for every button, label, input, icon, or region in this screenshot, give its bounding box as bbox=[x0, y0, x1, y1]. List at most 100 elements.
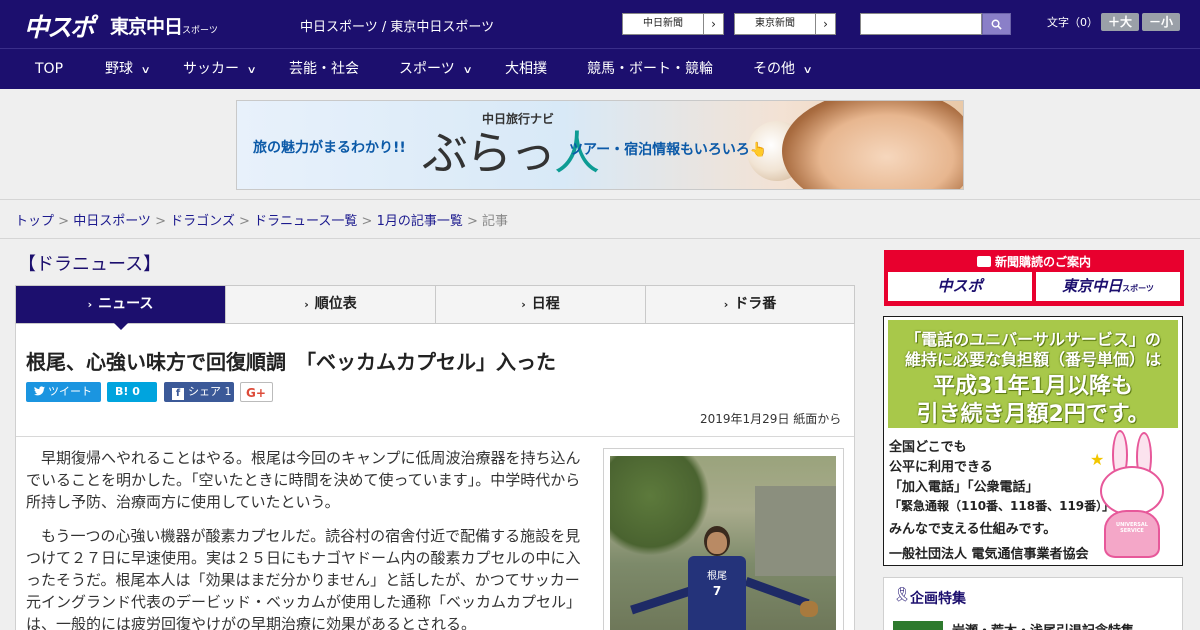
twitter-bird-icon bbox=[34, 386, 45, 396]
nav-item-entertainment[interactable]: 芸能・社会 bbox=[289, 49, 359, 89]
glove-shape bbox=[800, 601, 818, 617]
text-size-up-button[interactable]: ＋大 bbox=[1101, 13, 1139, 31]
breadcrumb-sep: > bbox=[234, 214, 255, 229]
tweet-button[interactable]: ツイート bbox=[26, 382, 101, 402]
nav-label: 競馬・ボート・競輪 bbox=[587, 61, 713, 77]
subscribe-b-label: 東京中日 bbox=[1062, 277, 1123, 295]
facebook-share-label: シェア 1 bbox=[188, 385, 232, 398]
facebook-icon: f bbox=[172, 388, 184, 400]
tokyo-chunichi-logo[interactable]: 東京中日スポーツ bbox=[110, 12, 218, 39]
tab-label: 順位表 bbox=[314, 296, 357, 312]
nav-item-baseball[interactable]: 野球 ∨ bbox=[105, 49, 151, 89]
text-size-down-button[interactable]: －小 bbox=[1142, 13, 1180, 31]
travel-banner-ad[interactable]: 旅の魅力がまるわかり!! 中日旅行ナビ ぶらっ人 ツアー・宿泊情報もいろいろ👆 bbox=[236, 100, 964, 190]
breadcrumb-chunichi-sports[interactable]: 中日スポーツ bbox=[73, 214, 151, 229]
article-photo[interactable]: 根尾 7 bbox=[610, 456, 836, 630]
tokyo-shimbun-link[interactable]: 東京新聞 › bbox=[734, 13, 836, 35]
article-body: 早期復帰へやれることはやる。根尾は今回のキャンプに低周波治療器を持ち込んでいるこ… bbox=[26, 447, 590, 630]
model-photo bbox=[782, 101, 963, 189]
bunny-body: UNIVERSAL SERVICE bbox=[1104, 510, 1160, 558]
feature-thumbnail[interactable] bbox=[893, 621, 943, 630]
tab-schedule[interactable]: › 日程 bbox=[436, 286, 646, 323]
subscription-title-text: 新聞購読のご案内 bbox=[994, 255, 1091, 269]
ribbon-icon: 🎗 bbox=[893, 587, 911, 603]
breadcrumb-dora-news[interactable]: ドラニュース一覧 bbox=[254, 214, 357, 229]
breadcrumb-dragons[interactable]: ドラゴンズ bbox=[170, 214, 235, 229]
ad-body-line: 公平に利用できる bbox=[889, 460, 993, 475]
ad-body-line: みんなで支える仕組みです。 bbox=[889, 522, 1057, 537]
divider bbox=[0, 199, 1200, 200]
tab-bar: › ニュース › 順位表 › 日程 › ドラ番 bbox=[15, 285, 855, 324]
nav-label: 芸能・社会 bbox=[289, 61, 359, 77]
facebook-share-button[interactable]: f シェア 1 bbox=[164, 382, 234, 402]
chuspo-logo[interactable]: 中スポ bbox=[24, 8, 95, 44]
player-arm bbox=[744, 576, 810, 609]
ad-line: 維持に必要な負担額（番号単価）は bbox=[904, 350, 1161, 369]
chevron-down-icon: ∨ bbox=[246, 65, 257, 76]
chevron-right-icon: › bbox=[723, 298, 729, 311]
section-title: 【ドラニュース】 bbox=[18, 254, 162, 275]
chevron-down-icon: ∨ bbox=[462, 65, 473, 76]
tab-doraban[interactable]: › ドラ番 bbox=[646, 286, 854, 323]
ext-link-label: 東京新聞 bbox=[755, 18, 795, 29]
nav-item-top[interactable]: TOP bbox=[35, 49, 63, 89]
banner-left-text: 旅の魅力がまるわかり!! bbox=[253, 140, 406, 156]
nav-label: 大相撲 bbox=[505, 61, 547, 77]
subscription-title: 新聞購読のご案内 bbox=[884, 253, 1184, 270]
player-face bbox=[707, 532, 727, 554]
breadcrumb-current: 記事 bbox=[482, 214, 509, 229]
breadcrumb-top[interactable]: トップ bbox=[15, 214, 54, 229]
nav-label: スポーツ bbox=[399, 61, 455, 77]
search-button[interactable] bbox=[982, 13, 1011, 35]
site-header: 中スポ 東京中日スポーツ 中日スポーツ / 東京中日スポーツ 中日新聞 › 東京… bbox=[0, 0, 1200, 48]
nav-item-sports[interactable]: スポーツ ∨ bbox=[399, 49, 473, 89]
nav-item-sumo[interactable]: 大相撲 bbox=[505, 49, 547, 89]
feature-item-link[interactable]: 岩瀬・荒木・浅尾引退記念特集 bbox=[952, 620, 1134, 630]
ad-body-line: 「加入電話」「公衆電話」 bbox=[889, 480, 1039, 495]
article-paragraph: 早期復帰へやれることはやる。根尾は今回のキャンプに低周波治療器を持ち込んでいるこ… bbox=[26, 449, 581, 511]
active-tab-pointer bbox=[114, 323, 128, 330]
chunichi-shimbun-link[interactable]: 中日新聞 › bbox=[622, 13, 724, 35]
chevron-down-icon: ∨ bbox=[802, 65, 813, 76]
site-name: 中日スポーツ / 東京中日スポーツ bbox=[300, 20, 495, 35]
building-shape bbox=[755, 486, 836, 576]
article-paragraph: もう一つの心強い機器が酸素カプセルだ。読谷村の宿舎付近で配備する施設を見つけて２… bbox=[26, 527, 582, 630]
breadcrumb-sep: > bbox=[150, 214, 171, 229]
text-size-label: 文字（0） bbox=[1047, 16, 1098, 29]
chevron-down-icon: ∨ bbox=[140, 65, 151, 76]
nav-label: 野球 bbox=[105, 61, 133, 77]
tab-news[interactable]: › ニュース bbox=[16, 286, 226, 323]
newspaper-icon bbox=[976, 256, 991, 267]
ad-headline: 引き続き月額2円です。 bbox=[916, 402, 1150, 427]
main-nav: TOP 野球 ∨ サッカー ∨ 芸能・社会 スポーツ ∨ 大相撲 競馬・ボート・競輪 … bbox=[0, 48, 1200, 89]
breadcrumb: トップ > 中日スポーツ > ドラゴンズ > ドラニュース一覧 > 1月の記事一… bbox=[15, 210, 508, 229]
bunny-head bbox=[1100, 466, 1164, 516]
subscribe-b-small: スポーツ bbox=[1122, 284, 1154, 293]
subscribe-chuspo-button[interactable]: 中スポ bbox=[888, 272, 1032, 301]
chevron-right-icon: › bbox=[815, 14, 835, 34]
google-plus-button[interactable]: G+ bbox=[240, 382, 273, 402]
chevron-right-icon: › bbox=[304, 298, 309, 311]
nav-item-racing[interactable]: 競馬・ボート・競輪 bbox=[587, 49, 713, 89]
chevron-right-icon: › bbox=[87, 298, 93, 311]
player-jersey: 根尾 7 bbox=[688, 556, 746, 630]
subscribe-tokyo-chunichi-button[interactable]: 東京中日スポーツ bbox=[1036, 272, 1180, 301]
jersey-name: 根尾 bbox=[707, 571, 727, 582]
nav-item-soccer[interactable]: サッカー ∨ bbox=[183, 49, 257, 89]
breadcrumb-sep: > bbox=[54, 214, 74, 229]
divider bbox=[0, 238, 1200, 239]
chevron-right-icon: › bbox=[703, 14, 723, 34]
search-input[interactable] bbox=[860, 13, 982, 35]
tab-label: ドラ番 bbox=[734, 296, 777, 312]
jersey-number: 7 bbox=[712, 584, 722, 598]
tab-standings[interactable]: › 順位表 bbox=[226, 286, 436, 323]
breadcrumb-january[interactable]: 1月の記事一覧 bbox=[377, 214, 463, 229]
hatena-bookmark-button[interactable]: B! 0 bbox=[107, 382, 157, 402]
article-headline: 根尾、心強い味方で回復順調 「ベッカムカプセル」入った bbox=[26, 350, 556, 374]
ad-footer: 一般社団法人 電気通信事業者協会 bbox=[889, 547, 1089, 562]
article-date: 2019年1月29日 紙面から bbox=[700, 412, 842, 426]
tokyo-logo-text: 東京中日 bbox=[110, 16, 183, 38]
nav-label: その他 bbox=[753, 61, 795, 77]
bunny-label: UNIVERSAL SERVICE bbox=[1116, 522, 1148, 534]
nav-item-other[interactable]: その他 ∨ bbox=[753, 49, 813, 89]
